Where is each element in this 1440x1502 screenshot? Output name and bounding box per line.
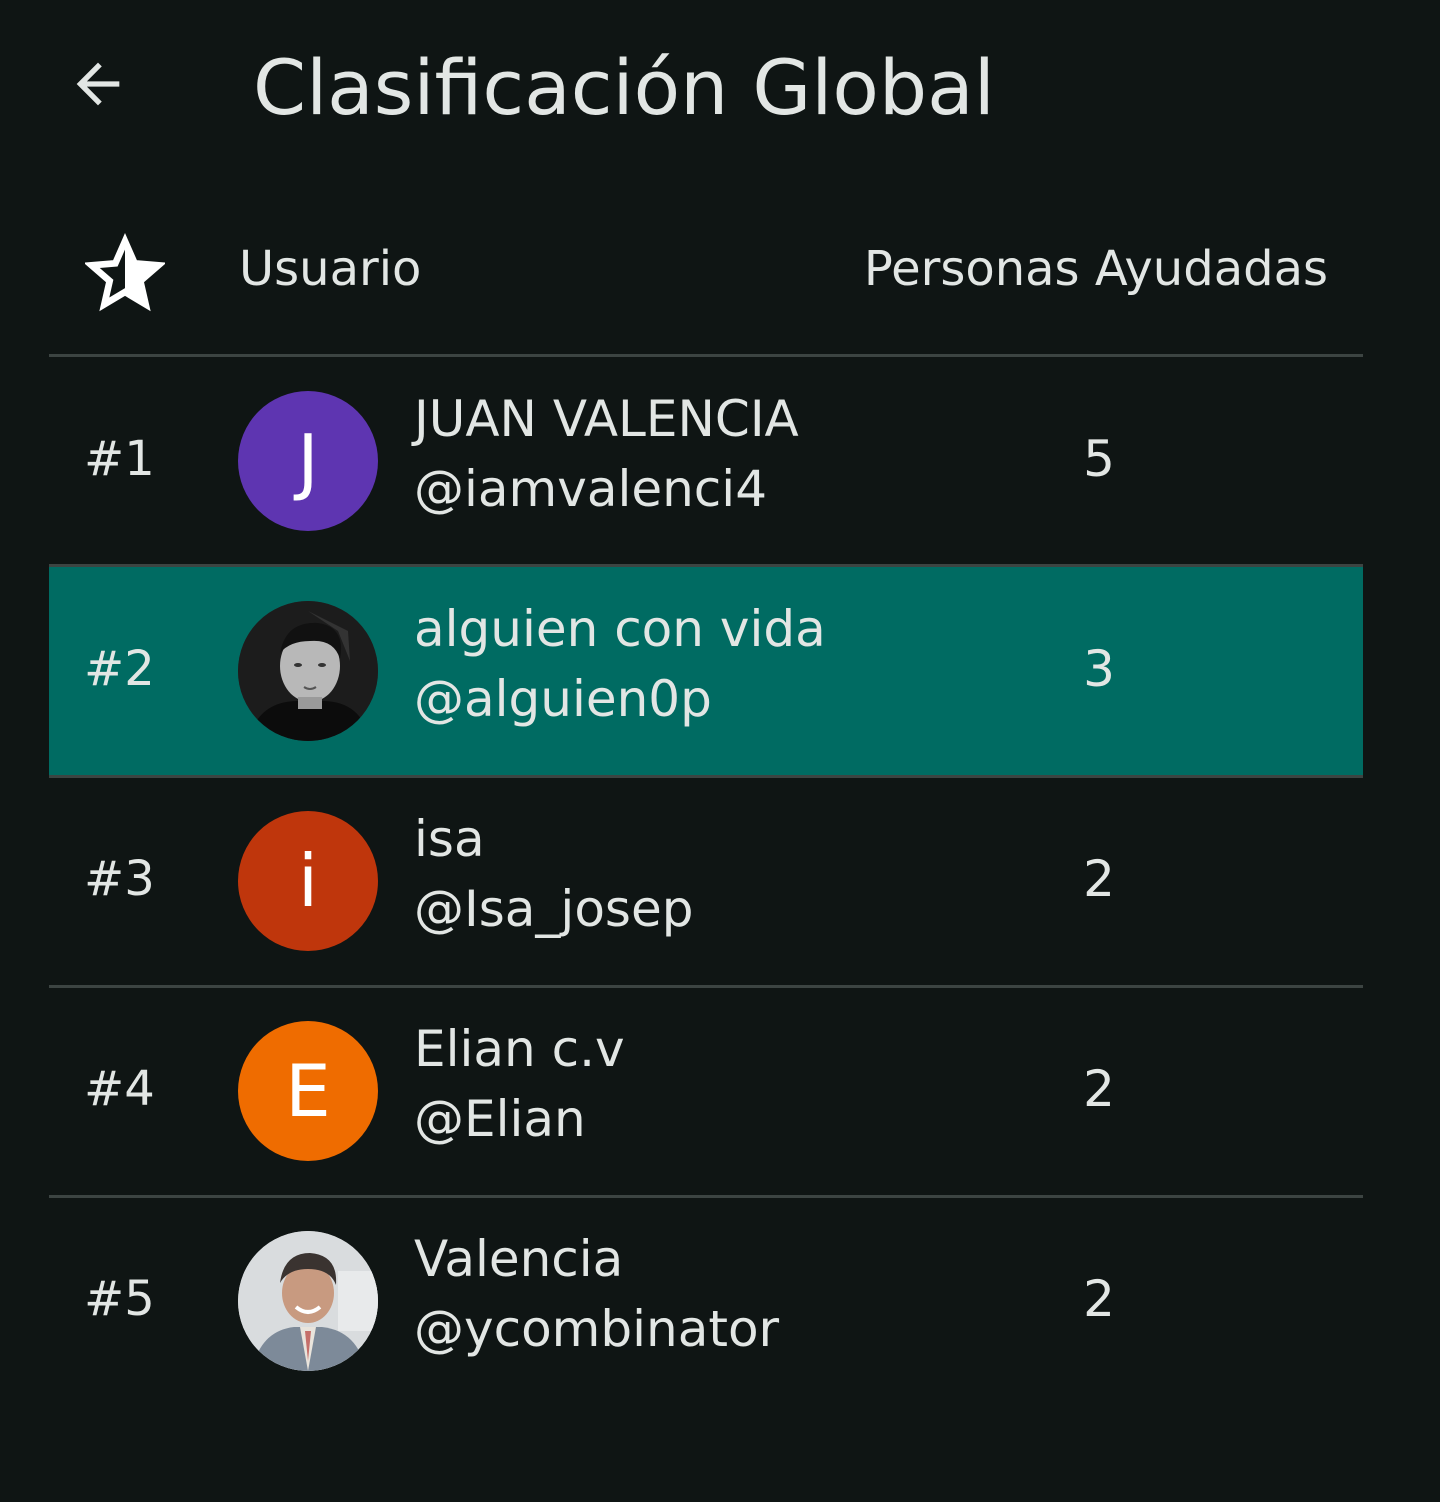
- star-icon: [85, 233, 165, 312]
- avatar-letter: i: [297, 839, 318, 923]
- helped-count: 3: [1083, 640, 1115, 698]
- user-handle: @Isa_josep: [414, 880, 694, 938]
- arrow-back-icon: [76, 62, 120, 106]
- avatar: E: [238, 1021, 378, 1161]
- back-button[interactable]: [58, 44, 138, 124]
- table-row[interactable]: #5 Valencia @ycombinator 2: [49, 1197, 1363, 1405]
- table-row[interactable]: #4 E Elian c.v @Elian 2: [49, 987, 1363, 1195]
- user-name: alguien con vida: [414, 600, 826, 658]
- helped-count: 5: [1083, 430, 1115, 488]
- avatar-letter: E: [285, 1049, 331, 1133]
- user-name: Valencia: [414, 1230, 624, 1288]
- table-row-current-user[interactable]: #2 alguien con vida @alguien0p 3: [49, 567, 1363, 775]
- helped-count: 2: [1083, 1270, 1115, 1328]
- app-bar: Clasificación Global: [0, 0, 1440, 175]
- column-header-helped: Personas Ayudadas: [863, 241, 1328, 297]
- table-row[interactable]: #3 i isa @Isa_josep 2: [49, 777, 1363, 985]
- rank-label: #4: [84, 1061, 155, 1117]
- avatar: J: [238, 391, 378, 531]
- helped-count: 2: [1083, 850, 1115, 908]
- profile-photo-icon: [238, 601, 378, 741]
- user-name: isa: [414, 810, 485, 868]
- profile-photo-icon: [238, 1231, 378, 1371]
- user-handle: @alguien0p: [414, 670, 712, 728]
- user-handle: @ycombinator: [414, 1300, 780, 1358]
- column-header-user: Usuario: [239, 241, 422, 297]
- page-title: Clasificación Global: [253, 43, 995, 132]
- user-handle: @iamvalenci4: [414, 460, 768, 518]
- avatar-photo: [238, 601, 378, 741]
- table-header: Usuario Personas Ayudadas: [49, 205, 1363, 355]
- rank-label: #3: [84, 851, 155, 907]
- user-name: Elian c.v: [414, 1020, 625, 1078]
- rank-label: #1: [84, 431, 155, 487]
- rank-label: #2: [84, 641, 155, 697]
- avatar: i: [238, 811, 378, 951]
- user-handle: @Elian: [414, 1090, 586, 1148]
- helped-count: 2: [1083, 1060, 1115, 1118]
- table-row[interactable]: #1 J JUAN VALENCIA @iamvalenci4 5: [49, 357, 1363, 565]
- avatar-photo: [238, 1231, 378, 1371]
- rank-label: #5: [84, 1271, 155, 1327]
- avatar-letter: J: [297, 419, 319, 503]
- user-name: JUAN VALENCIA: [414, 390, 799, 448]
